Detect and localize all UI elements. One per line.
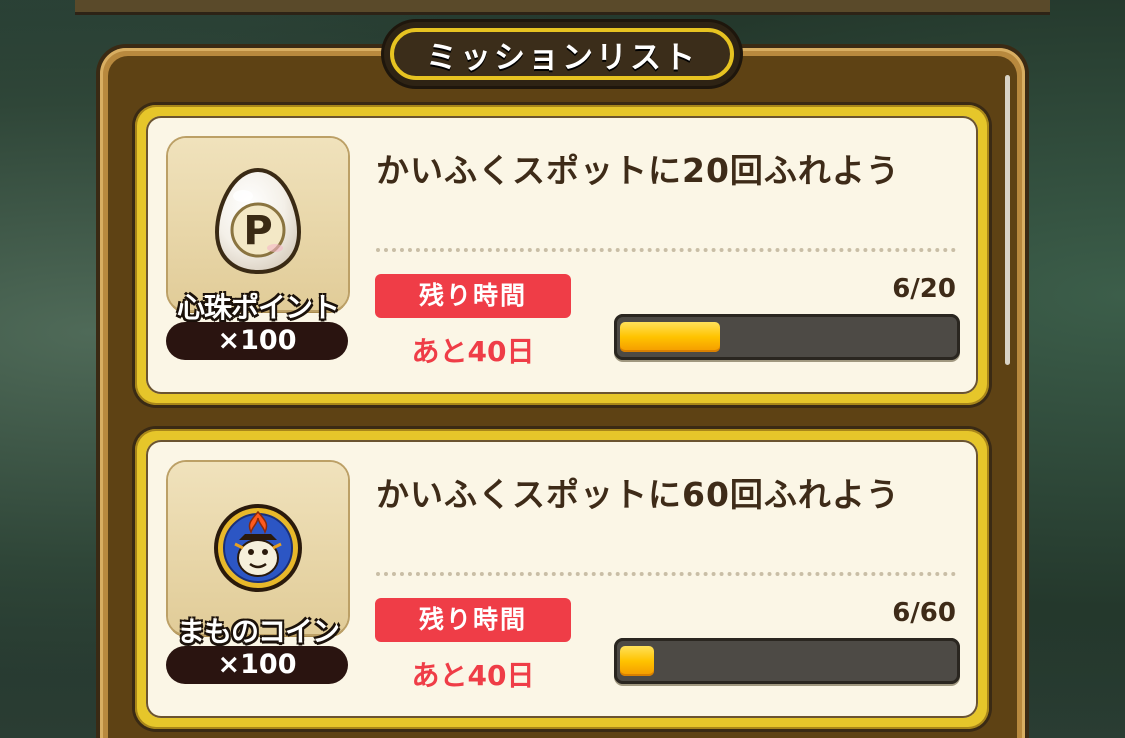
reward-tile: P 心珠ポイント — [168, 138, 348, 324]
time-remaining-value: あと40日 — [411, 659, 535, 692]
scrollbar[interactable] — [1005, 75, 1010, 365]
mission-card-border: P 心珠ポイント ×100 かいふくスポットに20回ふれよう 残り時間 あと40… — [135, 105, 989, 405]
divider — [376, 572, 956, 576]
mission-card[interactable]: まものコイン ×100 かいふくスポットに60回ふれよう 残り時間 あと40日 … — [132, 426, 992, 732]
reward-quantity: ×100 — [166, 646, 348, 684]
progress-count: 6/20 — [892, 274, 956, 304]
top-frame-strip — [75, 0, 1050, 15]
mission-card-body: P 心珠ポイント ×100 かいふくスポットに20回ふれよう 残り時間 あと40… — [146, 116, 978, 394]
mission-card-body: まものコイン ×100 かいふくスポットに60回ふれよう 残り時間 あと40日 … — [146, 440, 978, 718]
reward-tile: まものコイン — [168, 462, 348, 648]
progress-bar-fill — [620, 322, 720, 352]
time-remaining-badge: 残り時間 — [375, 274, 571, 318]
mission-list-screen: ミッションリスト P 心珠ポイント ×100 かいふくスポットに20回ふれよう … — [0, 0, 1125, 738]
panel-title-plate: ミッションリスト — [384, 22, 740, 86]
reward-name: 心珠ポイント — [176, 291, 340, 324]
reward-quantity: ×100 — [166, 322, 348, 360]
reward-name: まものコイン — [176, 615, 340, 648]
divider — [376, 248, 956, 252]
mission-card-border: まものコイン ×100 かいふくスポットに60回ふれよう 残り時間 あと40日 … — [135, 429, 989, 729]
progress-bar-fill — [620, 646, 654, 676]
heart-orb-point-icon: P — [214, 167, 302, 275]
monster-coin-icon — [214, 504, 302, 592]
time-remaining-badge: 残り時間 — [375, 598, 571, 642]
mission-card[interactable]: P 心珠ポイント ×100 かいふくスポットに20回ふれよう 残り時間 あと40… — [132, 102, 992, 408]
progress-bar — [614, 314, 960, 360]
progress-count: 6/60 — [892, 598, 956, 628]
mission-title: かいふくスポットに20回ふれよう — [376, 151, 900, 190]
mission-title: かいふくスポットに60回ふれよう — [376, 475, 900, 514]
time-remaining-value: あと40日 — [411, 335, 535, 368]
panel-title: ミッションリスト — [390, 28, 734, 80]
progress-bar — [614, 638, 960, 684]
